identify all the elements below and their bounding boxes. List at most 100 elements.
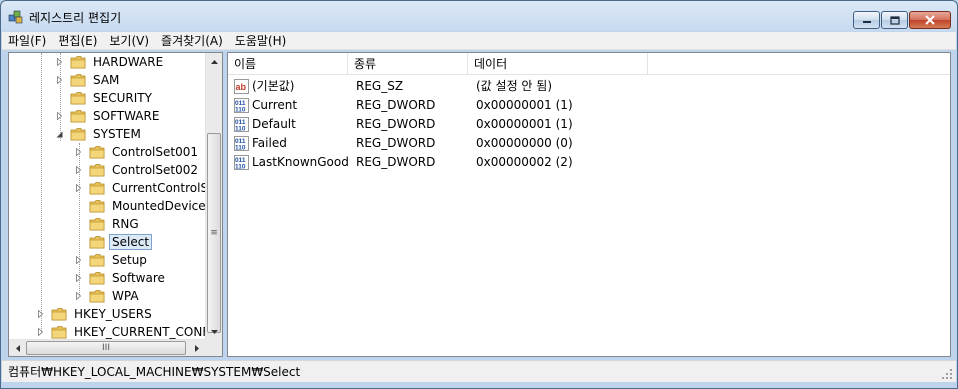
value-row[interactable]: 011 110 Failed REG_DWORD 0x00000000 (0) bbox=[228, 134, 950, 153]
minimize-button[interactable] bbox=[853, 11, 880, 29]
scroll-up-button[interactable] bbox=[206, 53, 222, 70]
tree-item-software[interactable]: SOFTWARE bbox=[54, 107, 162, 125]
folder-icon bbox=[70, 109, 86, 123]
registry-editor-window: 레지스트리 편집기 파일(F) 편집(E) 보기(V) 즐겨찾기(A) 도움말(… bbox=[0, 0, 958, 389]
scroll-right-button[interactable] bbox=[188, 340, 205, 356]
tree-item-sam[interactable]: SAM bbox=[54, 71, 122, 89]
tree-item-select[interactable]: Select bbox=[73, 233, 153, 251]
column-header-data[interactable]: 데이터 bbox=[468, 53, 648, 75]
tree-item-hkey-users[interactable]: HKEY_USERS bbox=[35, 305, 155, 323]
column-header-type[interactable]: 종류 bbox=[348, 53, 468, 75]
svg-text:110: 110 bbox=[235, 145, 246, 152]
vertical-scroll-thumb[interactable]: ≡ bbox=[207, 133, 221, 333]
tree-connector bbox=[41, 53, 42, 333]
tree-item-label: Software bbox=[112, 271, 165, 285]
tree-item-label: HKEY_USERS bbox=[74, 307, 152, 321]
tree-item-label: RNG bbox=[112, 217, 139, 231]
horizontal-scroll-thumb[interactable]: III bbox=[26, 341, 186, 355]
folder-icon bbox=[89, 289, 105, 303]
current-key-path: 컴퓨터₩HKEY_LOCAL_MACHINE₩SYSTEM₩Select bbox=[8, 365, 301, 379]
menu-edit[interactable]: 편집(E) bbox=[52, 32, 103, 50]
tree-item-wpa[interactable]: WPA bbox=[73, 287, 142, 305]
tree-item-label: Select bbox=[109, 234, 153, 250]
tree-item-controlset002[interactable]: ControlSet002 bbox=[73, 161, 201, 179]
folder-icon bbox=[70, 73, 86, 87]
expand-arrow-icon[interactable] bbox=[73, 291, 83, 301]
value-data: (값 설정 안 됨) bbox=[476, 79, 553, 93]
expand-arrow-icon[interactable] bbox=[73, 273, 83, 283]
value-data: 0x00000001 (1) bbox=[476, 98, 573, 112]
collapse-arrow-icon[interactable] bbox=[54, 129, 64, 139]
key-tree-panel[interactable]: HARDWARE SAM SECURITY SOFTWARE SYSTEM Control… bbox=[8, 52, 223, 357]
folder-icon bbox=[70, 91, 86, 105]
maximize-icon bbox=[889, 15, 900, 25]
folder-icon bbox=[51, 307, 67, 321]
value-data: 0x00000002 (2) bbox=[476, 155, 573, 169]
folder-icon bbox=[89, 217, 105, 231]
tree-horizontal-scrollbar[interactable]: III bbox=[9, 339, 222, 356]
tree-item-rng[interactable]: RNG bbox=[73, 215, 142, 233]
svg-text:110: 110 bbox=[235, 164, 246, 171]
value-name: (기본값) bbox=[252, 79, 295, 93]
folder-icon bbox=[70, 55, 86, 69]
tree-item-system[interactable]: SYSTEM bbox=[54, 125, 144, 143]
expand-arrow-icon[interactable] bbox=[35, 309, 45, 319]
expand-arrow-icon[interactable] bbox=[73, 183, 83, 193]
expand-arrow-icon[interactable] bbox=[54, 111, 64, 121]
value-name: Failed bbox=[252, 136, 287, 150]
folder-icon bbox=[89, 253, 105, 267]
expand-arrow-icon[interactable] bbox=[73, 255, 83, 265]
tree-item-mounteddevices[interactable]: MountedDevices bbox=[73, 197, 205, 215]
folder-icon bbox=[70, 127, 86, 141]
minimize-icon bbox=[862, 21, 871, 23]
tree-item-hkey-current-config[interactable]: HKEY_CURRENT_CONFIG bbox=[35, 323, 205, 340]
scroll-down-button[interactable] bbox=[206, 323, 222, 340]
column-header-name[interactable]: 이름 bbox=[228, 53, 348, 75]
expand-arrow-icon[interactable] bbox=[54, 57, 64, 67]
maximize-button[interactable] bbox=[881, 11, 908, 29]
tree-item-label: MountedDevices bbox=[112, 199, 205, 213]
scrollbar-corner bbox=[205, 339, 222, 356]
folder-icon bbox=[89, 163, 105, 177]
arrow-down-icon bbox=[211, 329, 218, 334]
resize-grip-icon[interactable] bbox=[941, 368, 953, 380]
arrow-right-icon bbox=[194, 345, 199, 352]
binary-value-icon: 011 110 bbox=[234, 136, 249, 152]
value-name: LastKnownGood bbox=[252, 155, 349, 169]
menu-file[interactable]: 파일(F) bbox=[2, 32, 52, 50]
svg-text:ab: ab bbox=[236, 82, 247, 92]
tree-item-label: SECURITY bbox=[93, 91, 152, 105]
tree-item-currentcontrolset[interactable]: CurrentControlSet bbox=[73, 179, 205, 197]
expand-arrow-icon[interactable] bbox=[54, 75, 64, 85]
value-row[interactable]: 011 110 LastKnownGood REG_DWORD 0x00000002 (… bbox=[228, 153, 950, 172]
title-bar[interactable]: 레지스트리 편집기 bbox=[1, 1, 957, 31]
tree-item-setup[interactable]: Setup bbox=[73, 251, 150, 269]
folder-icon bbox=[89, 199, 105, 213]
value-row[interactable]: 011 110 Default REG_DWORD 0x00000001 (1) bbox=[228, 115, 950, 134]
value-row[interactable]: ab (기본값) REG_SZ (값 설정 안 됨) bbox=[228, 77, 950, 96]
scroll-left-button[interactable] bbox=[9, 340, 26, 356]
expand-arrow-icon[interactable] bbox=[73, 147, 83, 157]
arrow-up-icon bbox=[211, 59, 218, 64]
tree-vertical-scrollbar[interactable]: ≡ bbox=[205, 53, 222, 340]
value-row[interactable]: 011 110 Current REG_DWORD 0x00000001 (1) bbox=[228, 96, 950, 115]
tree-item-software[interactable]: Software bbox=[73, 269, 168, 287]
expand-arrow-icon[interactable] bbox=[73, 165, 83, 175]
tree-item-hardware[interactable]: HARDWARE bbox=[54, 53, 166, 71]
menu-view[interactable]: 보기(V) bbox=[103, 32, 155, 50]
tree-item-security[interactable]: SECURITY bbox=[54, 89, 155, 107]
expand-arrow-icon[interactable] bbox=[35, 327, 45, 337]
value-name: Default bbox=[252, 117, 296, 131]
folder-icon bbox=[51, 325, 67, 339]
binary-value-icon: 011 110 bbox=[234, 155, 249, 171]
menu-favorites[interactable]: 즐겨찾기(A) bbox=[155, 32, 229, 50]
values-list-panel[interactable]: 이름 종류 데이터 ab (기본값) REG_SZ (값 설정 안 됨) 011 110 C… bbox=[227, 52, 951, 357]
value-data: 0x00000000 (0) bbox=[476, 136, 573, 150]
window-title: 레지스트리 편집기 bbox=[29, 11, 122, 25]
menu-help[interactable]: 도움말(H) bbox=[229, 32, 293, 50]
tree-item-controlset001[interactable]: ControlSet001 bbox=[73, 143, 201, 161]
close-button[interactable] bbox=[909, 11, 951, 29]
